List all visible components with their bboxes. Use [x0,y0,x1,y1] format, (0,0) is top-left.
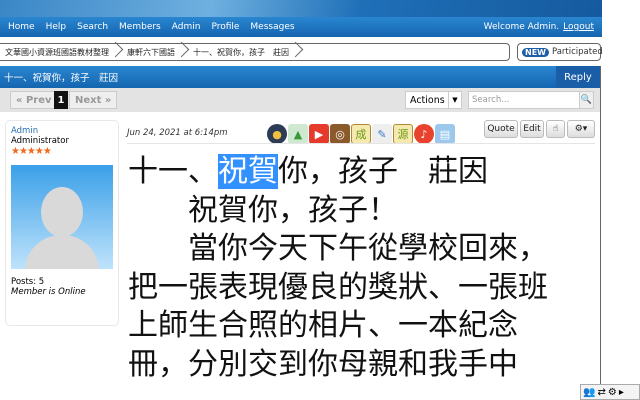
tool-icons: ● ▲ ▶ ◎ 成 ✎ 源 ♪ ▤ [267,124,455,144]
post-line: 當你今天下午從學校回來， [128,231,548,266]
divider [127,143,595,144]
reply-button[interactable]: Reply [556,66,600,88]
idiom-icon[interactable]: 成 [351,124,371,144]
edit-button[interactable]: Edit [520,120,544,138]
floating-toolbar: 👥 ⇄ ⚙ ▸ [580,384,640,400]
post-line: 上師生合照的相片、一本紀念 [128,308,518,343]
text: 十一、 [128,154,218,189]
actions-label: Actions [410,94,445,106]
welcome-text: Welcome Admin. [483,22,560,32]
dictionary-icon[interactable]: ◎ [330,124,350,144]
post-line: 冊，分別交到你母親和我手中 [128,346,518,382]
prev-button[interactable]: « Prev [10,91,58,109]
head-icon[interactable]: ● [267,124,287,144]
nav-help[interactable]: Help [46,22,67,32]
thread-title: 十一、祝賀你，孩子 莊因 [4,73,119,84]
nav-profile[interactable]: Profile [211,22,239,32]
online-status: Member is Online [11,287,86,297]
gear-icon[interactable]: ⚙ [608,387,617,398]
image-icon[interactable]: ▲ [288,124,308,144]
text: 你，孩子 莊因 [278,154,488,189]
participated-button[interactable]: NEW Participated [517,43,602,61]
avatar [11,165,113,269]
new-badge: NEW [522,47,549,57]
main-nav: Home Help Search Members Admin Profile M… [0,17,602,37]
expand-icon[interactable]: ▸ [619,387,624,398]
thread-title-bar: 十一、祝賀你，孩子 莊因 Reply [0,66,600,88]
users-icon[interactable]: 👥 [583,387,595,398]
quote-button[interactable]: Quote [484,120,518,138]
chevron-down-icon: ▼ [448,92,461,108]
actions-dropdown[interactable]: Actions ▼ [405,91,462,109]
post-title-line: 十一、祝賀你，孩子 莊因 [128,153,548,192]
user-info: Admin Administrator ★★★★★ Posts: 5 Membe… [5,120,119,326]
nav-home[interactable]: Home [8,22,35,32]
rank-stars: ★★★★★ [11,146,52,157]
breadcrumb-item[interactable]: 十一、祝賀你，孩子 莊因 [193,47,299,58]
next-button[interactable]: Next » [69,91,118,109]
breadcrumb-item[interactable]: 康軒六下國語 [127,47,185,58]
post-line: 把一張表現優良的獎狀、一張班 [128,269,548,305]
post-date: Jun 24, 2021 at 6:14pm [127,128,228,138]
nav-search[interactable]: Search [77,22,108,32]
source-icon[interactable]: 源 [393,124,413,144]
participated-label: Participated [551,47,602,57]
pagination-bar: « Prev 1 Next » Actions ▼ Search... 🔍 [0,88,600,112]
pencil-icon[interactable]: ✎ [372,124,392,144]
document-icon[interactable]: ▤ [435,124,455,144]
header-banner [0,0,602,17]
nav-members[interactable]: Members [119,22,161,32]
forum-page: Home Help Search Members Admin Profile M… [0,0,602,400]
page-1[interactable]: 1 [54,91,68,109]
selected-text: 祝賀 [218,154,278,189]
search-placeholder: Search... [472,95,510,105]
user-role: Administrator [11,136,69,146]
search-icon[interactable]: 🔍 [579,92,593,108]
gear-icon[interactable]: ⚙▾ [567,120,595,138]
breadcrumb-item[interactable]: 文華國小資源班國語教材整理 [5,47,119,58]
mic-icon[interactable]: ♪ [414,124,434,144]
post-content: 十一、祝賀你，孩子 莊因 祝賀你，孩子！ 當你今天下午從學校回來， 把一張表現優良… [128,153,548,384]
divider [600,66,601,400]
nav-messages[interactable]: Messages [250,22,294,32]
logout-link[interactable]: Logout [563,22,594,32]
search-input[interactable]: Search... 🔍 [468,91,594,109]
post-count: Posts: 5 [11,277,45,287]
translate-icon[interactable]: ⇄ [597,387,605,398]
like-icon[interactable]: ☝ [546,120,565,138]
video-icon[interactable]: ▶ [309,124,329,144]
breadcrumb: 文華國小資源班國語教材整理 康軒六下國語 十一、祝賀你，孩子 莊因 [0,43,510,61]
nav-admin[interactable]: Admin [172,22,201,32]
post-line: 祝賀你，孩子！ [128,192,398,228]
username-link[interactable]: Admin [11,126,113,136]
